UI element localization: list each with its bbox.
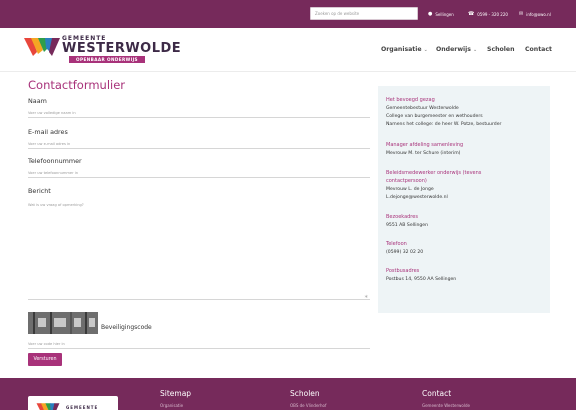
info-telefoon-line[interactable]: (0599) 32 02 20 <box>386 249 423 257</box>
name-input[interactable]: Voer uw volledige naam in <box>28 108 370 118</box>
page-title: Contactformulier <box>28 78 126 92</box>
info-telefoon-title: Telefoon <box>386 241 407 247</box>
info-beleid-title-cont: contactpersoon) <box>386 178 427 184</box>
nav-item-contact[interactable]: Contact <box>525 46 552 53</box>
info-post-title: Postbusadres <box>386 268 420 274</box>
topbar-phone[interactable]: ☎ 0599 - 320 220 <box>468 11 508 17</box>
footer-logo-text: GEMEENTE <box>66 405 99 410</box>
info-bevoegd-gezag-line: College van burgemeester en wethouders <box>386 114 483 119</box>
name-label: Naam <box>28 97 47 105</box>
footer-contact-heading: Contact <box>422 389 452 398</box>
message-textarea[interactable]: Wat is uw vraag of opmerking? <box>28 200 370 300</box>
logo-mark-icon <box>24 38 60 56</box>
captcha-input[interactable]: Voer uw code hier in <box>28 339 370 349</box>
topbar-email-text[interactable]: info@owo.nl <box>526 12 551 17</box>
chevron-down-icon: ⌄ <box>472 46 478 53</box>
footer-scholen-heading: Scholen <box>290 389 320 398</box>
email-input[interactable]: Voer uw e-mail adres in <box>28 139 370 149</box>
nav-item-label[interactable]: Onderwijs <box>436 46 471 53</box>
chevron-down-icon: ⌄ <box>423 46 428 53</box>
info-bezoek-line: 9551 AB Sellingen <box>386 223 429 228</box>
topbar-phone-text[interactable]: 0599 - 320 220 <box>477 12 508 17</box>
info-bevoegd-gezag-title: Het bevoegd gezag <box>386 97 435 103</box>
info-beleid-line: Mevrouw L. de Jonge <box>386 187 434 192</box>
topbar-location-text: Sellingen <box>435 11 454 17</box>
footer-contact-link[interactable]: Gemeente Westerwolde <box>422 403 470 408</box>
site-logo[interactable]: GEMEENTE WESTERWOLDE OPENBAAR ONDERWIJS <box>24 34 184 72</box>
captcha-label: Beveiligingscode <box>101 324 152 331</box>
email-label: E-mail adres <box>28 128 68 136</box>
info-manager-line: Mevrouw M. ter Schure (interim) <box>386 151 461 156</box>
site-search-input[interactable]: Zoeken op de website <box>310 7 418 20</box>
nav-item-onderwijs[interactable]: Onderwijs ⌄ <box>436 46 477 53</box>
nav-item-organisatie[interactable]: Organisatie ⌄ <box>381 46 428 53</box>
location-pin-icon: ● <box>428 11 433 17</box>
info-post-line: Postbus 14, 9550 AA Sellingen <box>386 277 457 282</box>
footer-sitemap-heading: Sitemap <box>160 389 192 398</box>
info-beleid-email-link[interactable]: L.dejonge@westerwolde.nl <box>386 194 448 202</box>
nav-item-scholen[interactable]: Scholen <box>487 46 515 53</box>
logo-subtitle-band: OPENBAAR ONDERWIJS <box>69 56 145 63</box>
info-bevoegd-gezag-line: Gemeentebestuur Westerwolde <box>386 106 459 111</box>
info-bezoek-title: Bezoekadres <box>386 214 418 220</box>
info-beleid-title: Beleidsmedewerker onderwijs (tevens <box>386 170 482 176</box>
info-manager-title: Manager afdeling samenleving <box>386 142 464 148</box>
phone-input[interactable]: Voer uw telefoonnummer in <box>28 168 370 178</box>
message-label: Bericht <box>28 187 51 195</box>
logo-name-text: WESTERWOLDE <box>62 41 182 56</box>
nav-item-label[interactable]: Organisatie <box>381 46 422 53</box>
submit-button[interactable]: Versturen <box>28 353 62 366</box>
phone-label: Telefoonnummer <box>28 157 82 165</box>
footer-scholen-link[interactable]: OBS de Vlinderhof <box>290 403 326 408</box>
topbar-email[interactable]: ✉ info@owo.nl <box>519 11 551 17</box>
info-bevoegd-gezag-line: Namens het college: de heer W. Potze, be… <box>386 122 502 127</box>
logo-mark-icon <box>36 403 60 410</box>
mail-icon: ✉ <box>519 11 524 17</box>
captcha-image <box>28 312 98 334</box>
footer-sitemap-link[interactable]: Organisatie <box>160 403 183 408</box>
phone-icon: ☎ <box>468 11 475 17</box>
nav-item-label[interactable]: Contact <box>525 46 552 53</box>
nav-item-label[interactable]: Scholen <box>487 46 515 53</box>
topbar-location: ● Sellingen <box>428 11 454 17</box>
resize-handle-icon[interactable]: ∗ <box>364 294 368 300</box>
